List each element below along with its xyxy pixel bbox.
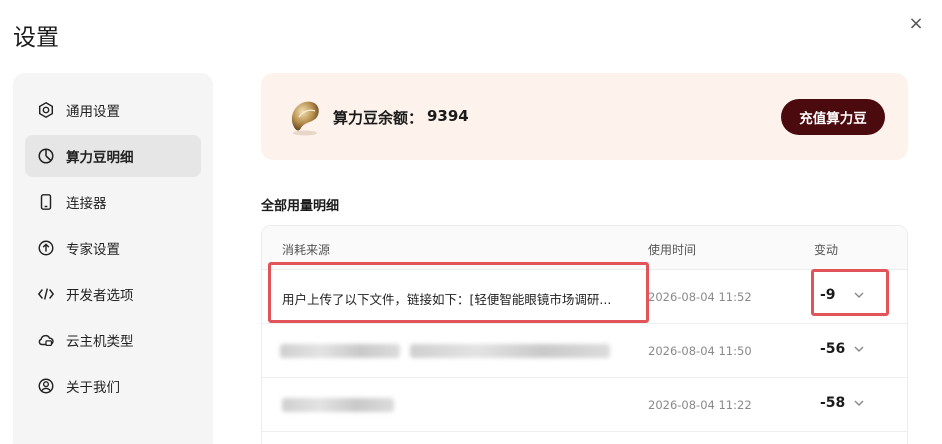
sidebar-item-credits[interactable]: 算力豆明细 [25, 135, 201, 177]
sidebar-item-label: 云主机类型 [66, 334, 134, 350]
sidebar-item-developer[interactable]: 开发者选项 [25, 273, 201, 315]
row-change: -9 [820, 287, 836, 303]
header-time: 使用时间 [648, 243, 697, 257]
sidebar-item-label: 通用设置 [66, 104, 120, 120]
sidebar-item-connectors[interactable]: 连接器 [25, 181, 201, 223]
row-source: 用户上传了以下文件，链接如下：[轻便智能眼镜市场调研... [282, 292, 612, 307]
sidebar-item-label: 关于我们 [66, 380, 120, 396]
chevron-down-icon[interactable] [852, 288, 866, 302]
usage-table: 消耗来源 使用时间 变动 用户上传了以下文件，链接如下：[轻便智能眼镜市场调研.… [261, 225, 908, 444]
recharge-button[interactable]: 充值算力豆 [781, 99, 885, 135]
sidebar-item-general[interactable]: 通用设置 [25, 89, 201, 131]
redacted-text [280, 344, 400, 358]
table-row[interactable]: 2026-08-04 11:50 -56 [262, 324, 907, 378]
row-time: 2026-08-04 11:22 [648, 398, 752, 412]
sidebar-item-label: 连接器 [66, 196, 107, 212]
section-title: 全部用量明细 [261, 199, 340, 214]
phone-icon [36, 192, 56, 212]
sidebar: 通用设置 算力豆明细 连接器 专家设置 开发者选项 云主机类型 关于我们 [13, 73, 213, 444]
row-change: -58 [820, 395, 846, 411]
upload-circle-icon [36, 238, 56, 258]
balance-label: 算力豆余额： [333, 109, 424, 127]
close-icon[interactable]: × [906, 14, 926, 34]
balance-value: 9394 [427, 107, 469, 125]
redacted-text [282, 398, 394, 412]
sidebar-item-cloud-host[interactable]: 云主机类型 [25, 319, 201, 361]
sidebar-item-label: 算力豆明细 [66, 150, 134, 166]
chevron-down-icon[interactable] [852, 342, 866, 356]
table-row[interactable]: 用户上传了以下文件，链接如下：[轻便智能眼镜市场调研... 2026-08-04… [262, 270, 907, 324]
user-circle-icon [36, 376, 56, 396]
bean-coin-icon [291, 101, 319, 136]
settings-window: 设置 × 通用设置 算力豆明细 连接器 专家设置 开发者选项 云主机类型 关于我… [0, 0, 942, 444]
sidebar-item-expert[interactable]: 专家设置 [25, 227, 201, 269]
row-time: 2026-08-04 11:50 [648, 344, 752, 358]
row-change: -56 [820, 341, 846, 357]
pie-chart-icon [36, 146, 56, 166]
cloud-icon [36, 330, 56, 350]
page-title: 设置 [13, 25, 59, 51]
row-time: 2026-08-04 11:52 [648, 290, 752, 304]
sidebar-item-about[interactable]: 关于我们 [25, 365, 201, 407]
chevron-down-icon[interactable] [852, 396, 866, 410]
header-source: 消耗来源 [282, 243, 331, 257]
table-row[interactable]: 2026-08-04 11:22 -58 [262, 378, 907, 432]
sidebar-item-label: 专家设置 [66, 242, 120, 258]
settings-hex-icon [36, 100, 56, 120]
code-icon [36, 284, 56, 304]
balance-card: 算力豆余额： 9394 充值算力豆 [261, 73, 908, 160]
header-change: 变动 [814, 243, 839, 257]
table-header: 消耗来源 使用时间 变动 [262, 226, 907, 270]
redacted-text [410, 344, 610, 358]
sidebar-item-label: 开发者选项 [66, 288, 134, 304]
